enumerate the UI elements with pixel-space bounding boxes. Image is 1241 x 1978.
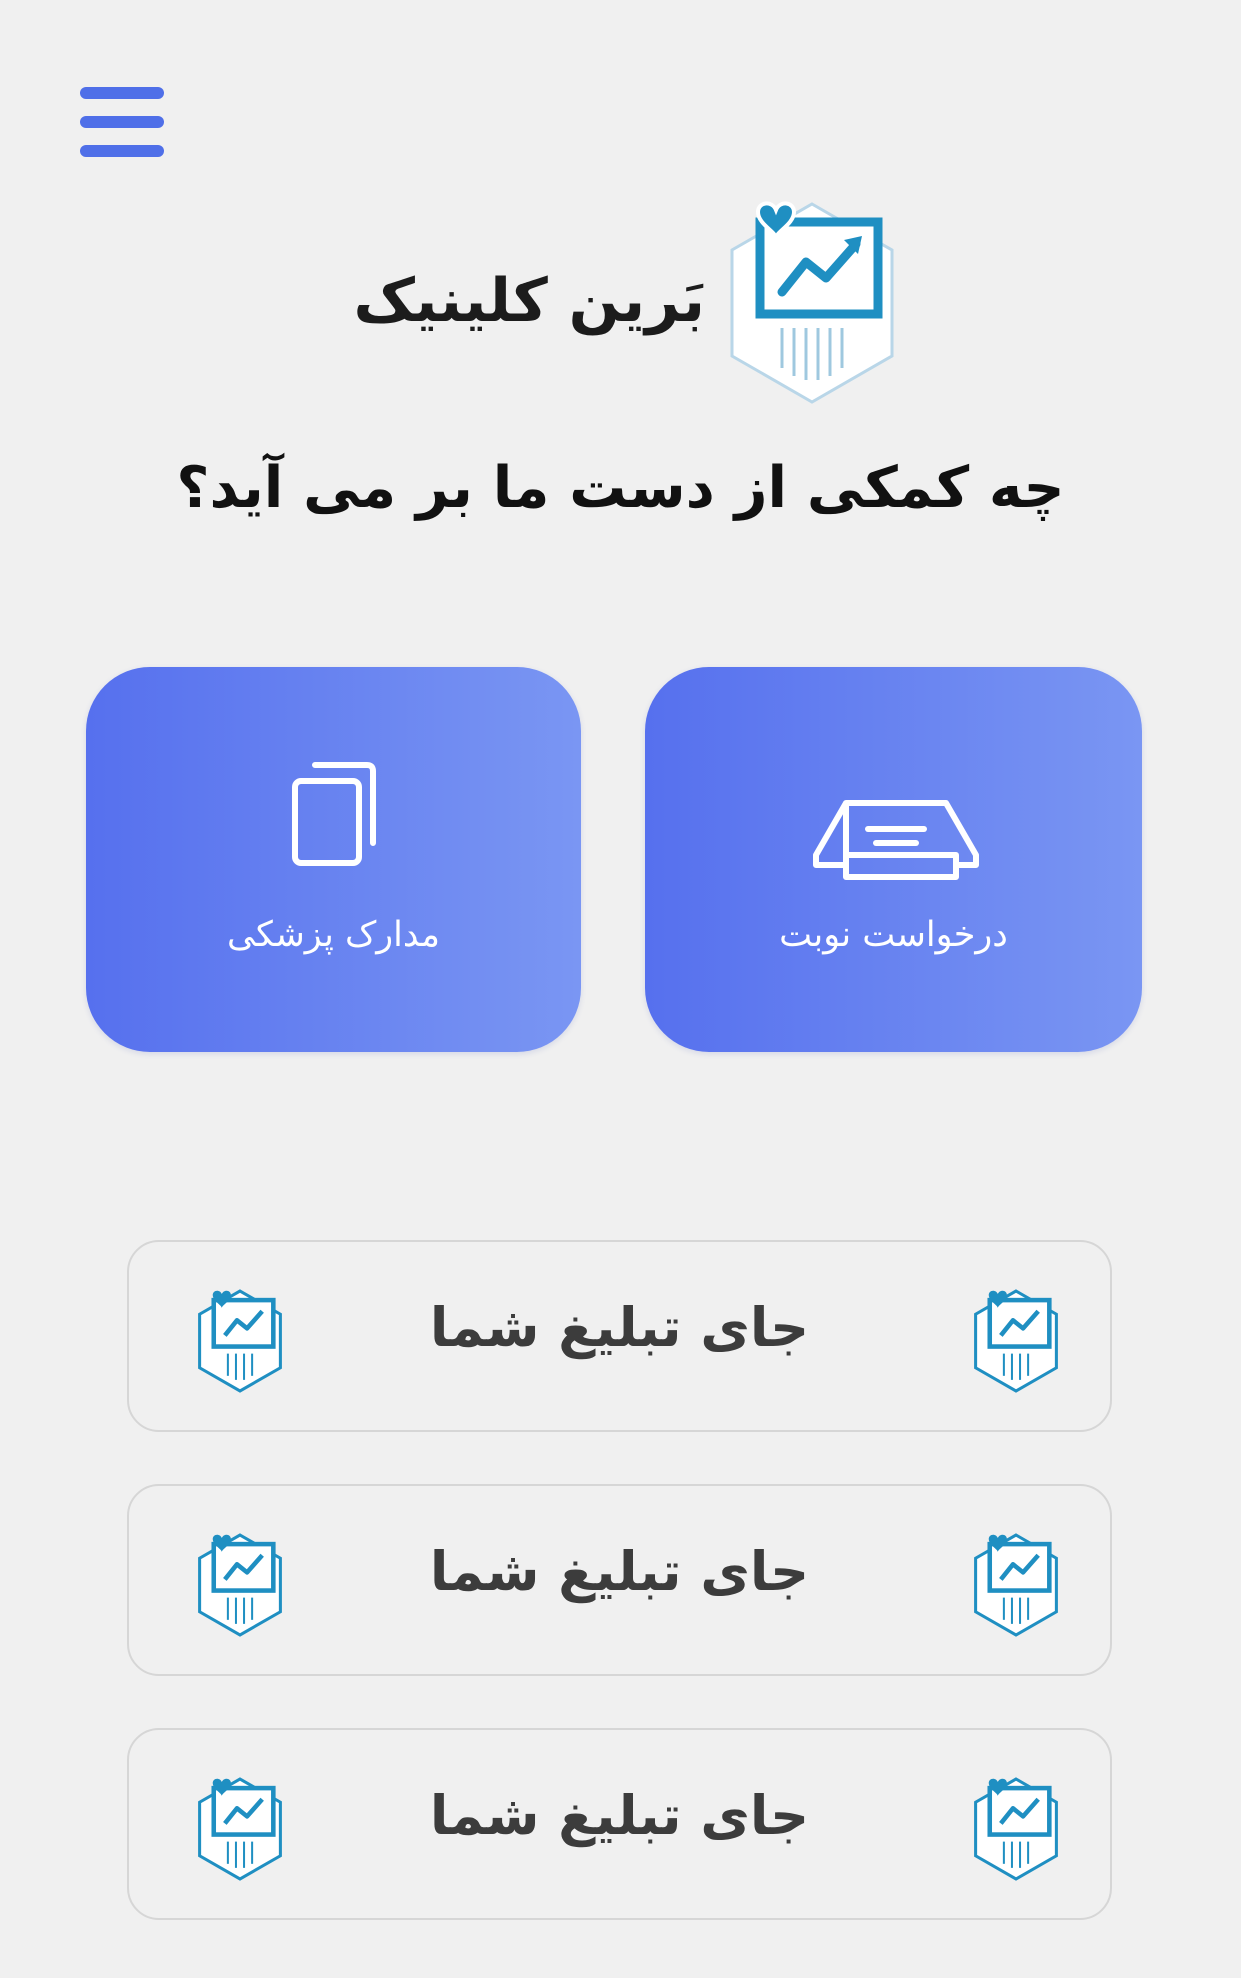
clinic-logo-icon bbox=[730, 201, 894, 404]
medical-records-label: مدارک پزشکی bbox=[226, 915, 441, 955]
ad-banner[interactable]: جای تبلیغ شما bbox=[127, 1728, 1112, 1920]
ad-text: جای تبلیغ شما bbox=[429, 1784, 810, 1847]
appointment-request-label: درخواست نوبت bbox=[779, 915, 1008, 955]
ad-text: جای تبلیغ شما bbox=[429, 1296, 810, 1359]
page-headline: چه کمکی از دست ما بر می آید؟ bbox=[176, 455, 1065, 521]
appointment-request-button[interactable]: درخواست نوبت bbox=[645, 667, 1142, 1052]
medical-records-button[interactable]: مدارک پزشکی bbox=[86, 667, 581, 1052]
ad-text: جای تبلیغ شما bbox=[429, 1540, 810, 1603]
ad-banner[interactable]: جای تبلیغ شما bbox=[127, 1240, 1112, 1432]
clinic-logo-icon bbox=[974, 1533, 1058, 1637]
clinic-logo-icon bbox=[974, 1777, 1058, 1881]
brand-name: بَرین کلینیک bbox=[353, 266, 705, 336]
ad-banner[interactable]: جای تبلیغ شما bbox=[127, 1484, 1112, 1676]
documents-icon bbox=[291, 762, 376, 866]
ticket-icon bbox=[812, 800, 979, 880]
clinic-logo-icon bbox=[974, 1289, 1058, 1393]
hamburger-menu-icon[interactable] bbox=[80, 87, 166, 159]
brand-header: بَرین کلینیک bbox=[353, 200, 910, 410]
